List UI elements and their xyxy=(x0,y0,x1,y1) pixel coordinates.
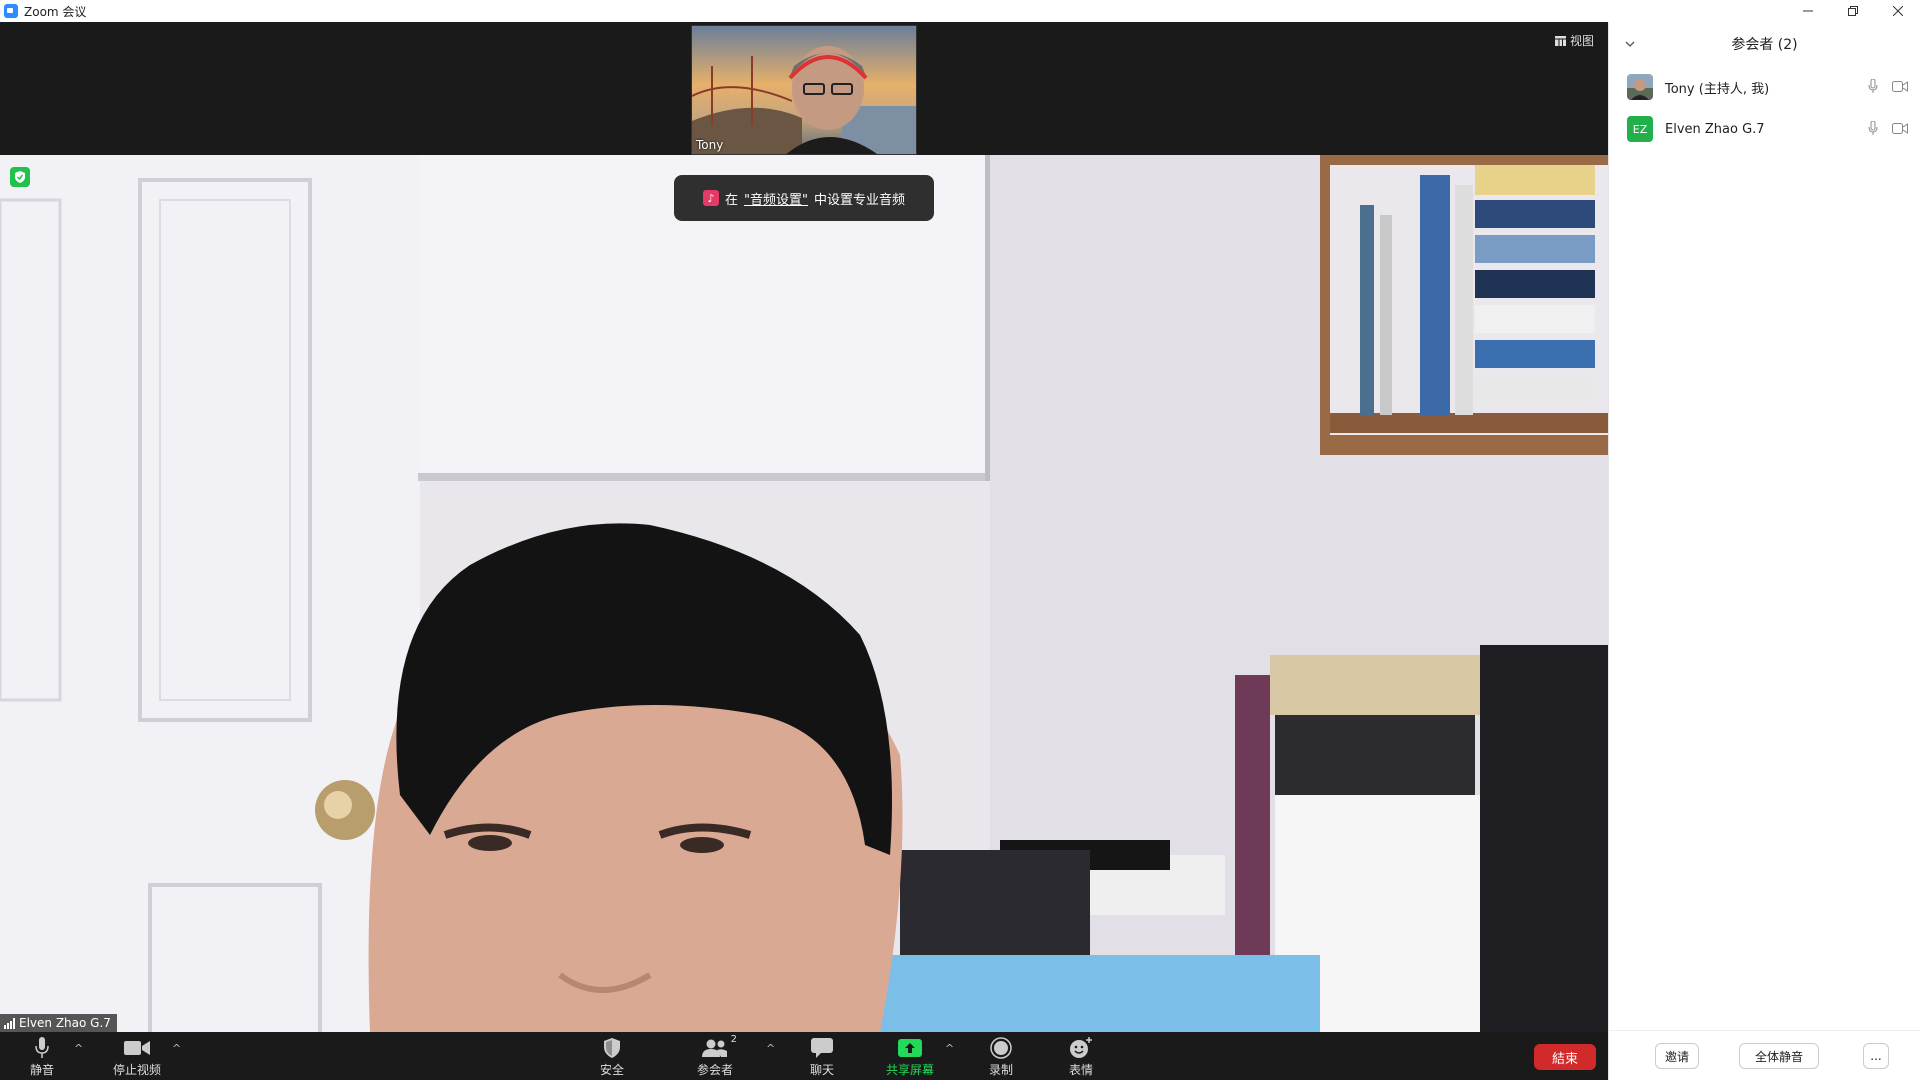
record-label: 录制 xyxy=(989,1063,1014,1077)
window-controls xyxy=(1785,0,1920,22)
record-button[interactable]: 录制 xyxy=(989,1036,1013,1078)
audio-settings-link[interactable]: "音频设置" xyxy=(744,189,808,208)
participant-status-icons xyxy=(1868,79,1908,93)
security-shield-icon[interactable] xyxy=(10,167,30,187)
audio-options-caret[interactable]: ^ xyxy=(74,1042,83,1055)
thumbnail-name-label: Tony xyxy=(696,138,724,152)
share-screen-label: 共享屏幕 xyxy=(886,1063,935,1077)
participants-icon xyxy=(702,1039,727,1057)
participant-row-elven[interactable]: EZ Elven Zhao G.7 xyxy=(1609,108,1920,150)
participants-panel-header: 参会者 (2) xyxy=(1609,22,1920,66)
video-options-caret[interactable]: ^ xyxy=(172,1042,181,1055)
reactions-button[interactable]: 表情 xyxy=(1069,1036,1093,1078)
video-camera-icon xyxy=(1892,80,1908,92)
microphone-icon xyxy=(1868,79,1878,93)
minimize-button[interactable] xyxy=(1785,0,1830,22)
participants-button[interactable]: 2 参会者 xyxy=(697,1034,737,1078)
mute-button[interactable]: 静音 xyxy=(30,1036,54,1078)
participant-avatar-initials: EZ xyxy=(1627,116,1653,142)
participants-panel-title: 参会者 (2) xyxy=(1731,37,1798,53)
zoom-meeting-window: Zoom 会议 Tony 视图 ♪ 在 "音频设置" 中设置专业音频 Elven… xyxy=(0,0,1920,1080)
participant-name: Elven Zhao G.7 xyxy=(1665,121,1765,137)
view-button[interactable]: 视图 xyxy=(1554,32,1594,49)
share-screen-icon xyxy=(898,1039,922,1057)
close-icon xyxy=(1892,6,1903,16)
participants-options-caret[interactable]: ^ xyxy=(766,1042,775,1055)
shield-icon xyxy=(604,1038,620,1058)
minimize-icon xyxy=(1802,10,1813,12)
stop-video-button[interactable]: 停止视频 xyxy=(113,1036,161,1078)
restore-button[interactable] xyxy=(1830,0,1875,22)
share-options-caret[interactable]: ^ xyxy=(945,1042,954,1055)
chat-label: 聊天 xyxy=(810,1063,835,1077)
participant-thumbnail-tony[interactable]: Tony xyxy=(691,25,917,155)
reactions-label: 表情 xyxy=(1069,1063,1094,1077)
participant-avatar-photo xyxy=(1627,74,1653,100)
chat-bubble-icon xyxy=(811,1038,833,1058)
video-camera-icon xyxy=(124,1041,150,1055)
participant-name: Tony (主持人, 我) xyxy=(1665,81,1770,97)
video-camera-icon xyxy=(1892,122,1908,134)
meeting-toolbar: 静音 ^ 停止视频 ^ 安全 2 参会者 ^ 聊天 共享屏幕 ^ 录制 表情 結… xyxy=(0,1032,1608,1080)
signal-strength-icon xyxy=(4,1017,15,1029)
participants-panel-footer: 邀请 全体静音 ... xyxy=(1609,1030,1920,1080)
chat-button[interactable]: 聊天 xyxy=(810,1036,834,1078)
title-bar: Zoom 会议 xyxy=(0,0,1920,22)
participants-panel: 参会者 (2) Tony (主持人, 我) EZ Elven Zhao G.7 … xyxy=(1608,22,1920,1080)
audio-settings-toast[interactable]: ♪ 在 "音频设置" 中设置专业音频 xyxy=(674,175,934,221)
emoji-add-icon xyxy=(1070,1037,1092,1058)
main-speaker-video: ♪ 在 "音频设置" 中设置专业音频 Elven Zhao G.7 xyxy=(0,155,1608,1032)
zoom-logo-icon xyxy=(4,4,18,18)
window-title: Zoom 会议 xyxy=(24,4,87,19)
toast-suffix: 中设置专业音频 xyxy=(813,192,905,208)
toast-prefix: 在 xyxy=(725,192,739,208)
participants-label: 参会者 xyxy=(697,1063,734,1077)
participant-row-tony[interactable]: Tony (主持人, 我) xyxy=(1609,66,1920,108)
microphone-icon xyxy=(35,1037,49,1058)
speaker-name-label: Elven Zhao G.7 xyxy=(19,1016,111,1030)
tony-video-frame xyxy=(692,26,916,154)
music-note-icon: ♪ xyxy=(703,190,719,206)
security-label: 安全 xyxy=(600,1063,625,1077)
mute-all-button[interactable]: 全体静音 xyxy=(1739,1043,1819,1069)
end-meeting-button[interactable]: 結束 xyxy=(1534,1044,1596,1070)
grid-view-icon xyxy=(1554,35,1566,46)
speaker-name-badge: Elven Zhao G.7 xyxy=(0,1014,117,1032)
collapse-panel-button[interactable] xyxy=(1625,36,1635,52)
record-icon xyxy=(990,1037,1012,1059)
thumbnail-strip: Tony 视图 xyxy=(0,22,1608,155)
microphone-icon xyxy=(1868,121,1878,135)
stop-video-label: 停止视频 xyxy=(113,1063,162,1077)
view-button-label: 视图 xyxy=(1569,34,1594,48)
invite-button[interactable]: 邀请 xyxy=(1655,1043,1699,1069)
chevron-down-icon xyxy=(1625,41,1635,47)
speaker-video-frame xyxy=(0,155,1608,1032)
restore-icon xyxy=(1847,6,1858,16)
participants-count: 2 xyxy=(730,1034,737,1045)
tony-avatar-image xyxy=(1627,74,1653,100)
security-button[interactable]: 安全 xyxy=(600,1036,624,1078)
share-screen-button[interactable]: 共享屏幕 xyxy=(886,1036,934,1078)
video-stage: Tony 视图 ♪ 在 "音频设置" 中设置专业音频 Elven Zhao G.… xyxy=(0,22,1608,1080)
close-button[interactable] xyxy=(1875,0,1920,22)
participant-status-icons xyxy=(1868,121,1908,135)
more-options-button[interactable]: ... xyxy=(1863,1043,1889,1069)
mute-label: 静音 xyxy=(30,1063,55,1077)
checkmark-icon xyxy=(15,171,25,183)
